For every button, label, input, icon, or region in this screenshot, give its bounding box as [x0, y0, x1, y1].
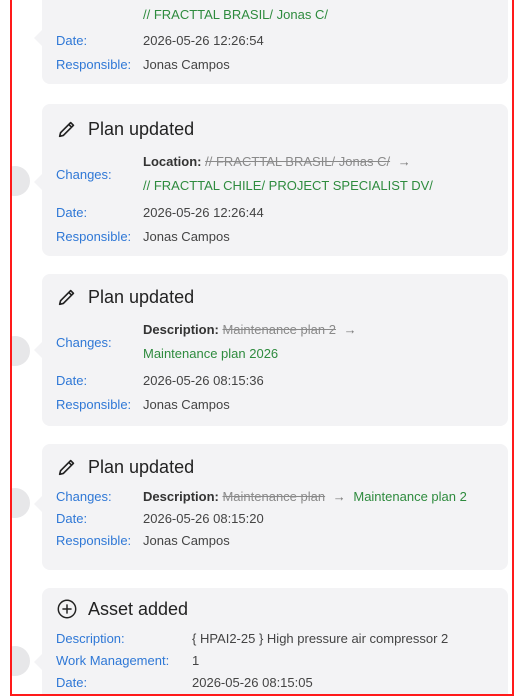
date-label: Date:: [56, 675, 88, 690]
history-card-asset-added: Asset added Description: { HPAI2-25 } Hi…: [34, 588, 508, 694]
responsible-label: Responsible:: [56, 397, 132, 412]
change-old-value: Maintenance plan 2: [222, 322, 336, 337]
card-title: Asset added: [88, 598, 189, 619]
history-card-plan-updated-description: Plan updated Changes: Description: Maint…: [34, 274, 508, 426]
change-arrow: →: [332, 489, 346, 504]
responsible-value: Jonas Campos: [143, 533, 230, 548]
work-management-value: 1: [192, 653, 200, 668]
work-management-label: Work Management:: [56, 653, 170, 668]
change-old-value: // FRACTTAL BRASIL/ Jonas C/: [205, 154, 391, 169]
change-field-name: Description:: [143, 322, 219, 337]
pencil-icon: [56, 118, 78, 140]
pencil-icon: [56, 286, 78, 308]
timeline-dot: [12, 166, 30, 196]
changes-label: Changes:: [56, 489, 112, 504]
change-field-name: Location:: [143, 154, 202, 169]
card-title: Plan updated: [88, 456, 195, 477]
change-new-value: // FRACTTAL CHILE/ PROJECT SPECIALIST DV…: [143, 178, 433, 193]
location-new-value: // FRACTTAL BRASIL/ Jonas C/: [143, 7, 328, 22]
responsible-value: Jonas Campos: [143, 229, 230, 244]
date-value: 2026-05-26 08:15:20: [143, 511, 264, 526]
changes-label: Changes:: [56, 334, 112, 350]
card-title: Plan updated: [88, 118, 195, 139]
history-timeline-panel: // FRACTTAL BRASIL/ Jonas C/ Date: 2026-…: [10, 0, 514, 696]
change-arrow: →: [397, 154, 411, 169]
change-arrow: →: [343, 322, 357, 337]
description-value: { HPAI2-25 } High pressure air compresso…: [192, 631, 449, 646]
timeline-dot: [12, 646, 30, 676]
history-card-location-partial: // FRACTTAL BRASIL/ Jonas C/ Date: 2026-…: [34, 0, 508, 84]
responsible-label: Responsible:: [56, 229, 132, 244]
date-value: 2026-05-26 12:26:54: [143, 33, 264, 48]
responsible-value: Jonas Campos: [143, 57, 230, 72]
change-old-value: Maintenance plan: [222, 489, 326, 504]
date-label: Date:: [56, 373, 88, 388]
date-label: Date:: [56, 205, 88, 220]
changes-label: Changes:: [56, 166, 112, 182]
date-value: 2026-05-26 12:26:44: [143, 205, 264, 220]
date-value: 2026-05-26 08:15:05: [192, 675, 313, 690]
date-label: Date:: [56, 33, 88, 48]
change-field-name: Description:: [143, 489, 219, 504]
responsible-value: Jonas Campos: [143, 397, 230, 412]
responsible-label: Responsible:: [56, 57, 132, 72]
history-card-plan-updated-location: Plan updated Changes: Location: // FRACT…: [34, 104, 508, 256]
timeline-dot: [12, 336, 30, 366]
description-label: Description:: [56, 631, 125, 646]
pencil-icon: [56, 456, 78, 478]
change-new-value: Maintenance plan 2: [353, 489, 467, 504]
timeline-dot: [12, 488, 30, 518]
plus-circle-icon: [56, 598, 78, 620]
card-title: Plan updated: [88, 286, 195, 307]
responsible-label: Responsible:: [56, 533, 132, 548]
date-label: Date:: [56, 511, 88, 526]
history-card-plan-updated-description-2: Plan updated Changes: Description: Maint…: [34, 444, 508, 570]
date-value: 2026-05-26 08:15:36: [143, 373, 264, 388]
change-new-value: Maintenance plan 2026: [143, 346, 279, 361]
